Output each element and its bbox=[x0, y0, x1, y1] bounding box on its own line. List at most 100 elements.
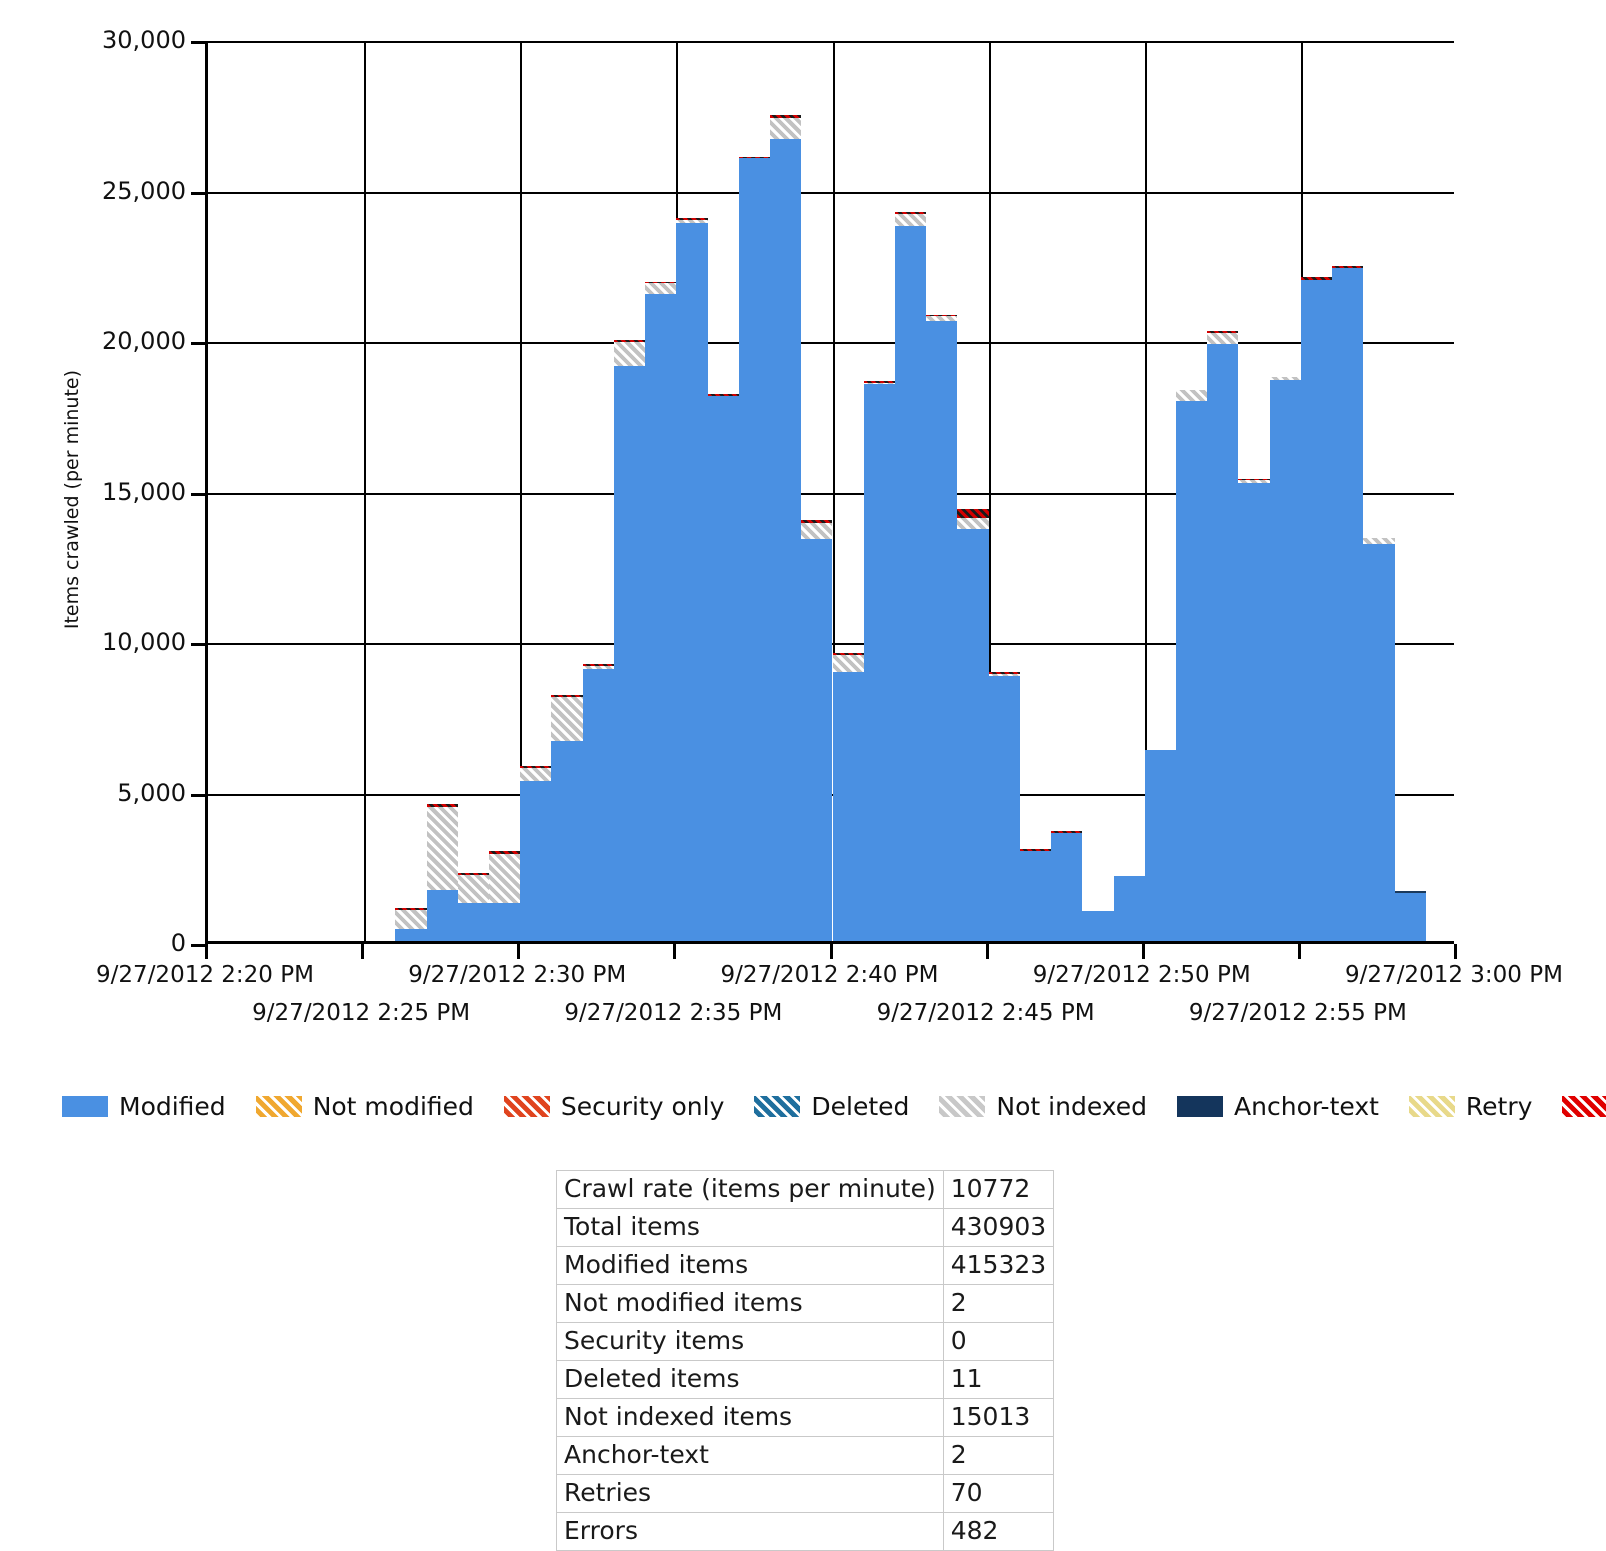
bar-segment-modified bbox=[676, 223, 708, 941]
summary-row-label: Security items bbox=[556, 1322, 944, 1361]
bar bbox=[707, 394, 739, 941]
bar-segment-not-indexed bbox=[1363, 537, 1395, 544]
bar bbox=[457, 872, 490, 941]
y-axis-tick-label: 25,000 bbox=[102, 176, 186, 205]
summary-row-label: Retries bbox=[556, 1474, 944, 1513]
x-axis-tick-label: 9/27/2012 2:35 PM bbox=[564, 1000, 783, 1026]
bar-segment-not-indexed bbox=[676, 220, 708, 224]
legend-item-not-indexed[interactable]: Not indexed bbox=[939, 1093, 1147, 1120]
bar bbox=[551, 695, 583, 941]
bar-segment-error bbox=[676, 217, 708, 221]
legend-item-retry[interactable]: Retry bbox=[1408, 1093, 1532, 1120]
plot-area bbox=[205, 41, 1454, 944]
bar-segment-not-indexed bbox=[613, 342, 646, 367]
bar bbox=[1113, 876, 1145, 941]
bar-segment-not-indexed bbox=[770, 117, 802, 139]
bar bbox=[770, 115, 802, 941]
bar-segment-anchor-text bbox=[1394, 891, 1426, 893]
bar-segment-not-indexed bbox=[926, 316, 958, 321]
bar-segment-modified bbox=[1051, 832, 1083, 941]
bar-segment-error bbox=[926, 314, 958, 317]
bar-segment-modified bbox=[395, 928, 427, 941]
summary-row-label: Deleted items bbox=[556, 1360, 944, 1399]
summary-row-value: 2 bbox=[942, 1284, 1055, 1323]
table-row: Total items 430903 bbox=[556, 1208, 1055, 1247]
x-axis-tick-mark bbox=[829, 944, 833, 959]
bar-segment-error bbox=[707, 394, 739, 397]
legend-swatch-icon bbox=[255, 1095, 302, 1117]
bar bbox=[582, 663, 614, 941]
summary-row-label: Crawl rate (items per minute) bbox=[556, 1170, 944, 1209]
bar bbox=[832, 653, 864, 941]
bar-segment-error bbox=[1300, 277, 1333, 281]
legend-item-label: Modified bbox=[119, 1091, 226, 1121]
bar-segment-not-indexed bbox=[582, 665, 614, 669]
legend-item-label: Security only bbox=[560, 1091, 725, 1121]
x-axis-tick-mark bbox=[517, 944, 521, 959]
bar bbox=[395, 907, 427, 941]
x-axis-tick-label: 9/27/2012 2:20 PM bbox=[96, 962, 314, 988]
legend-item-label: Deleted bbox=[811, 1091, 910, 1121]
legend-item-modified[interactable]: Modified bbox=[62, 1093, 226, 1120]
summary-row-label: Not indexed items bbox=[556, 1398, 944, 1437]
bar-segment-error bbox=[426, 804, 458, 808]
summary-row-label: Total items bbox=[556, 1208, 944, 1247]
x-axis-tick-label: 9/27/2012 3:00 PM bbox=[1345, 962, 1563, 988]
bar bbox=[988, 671, 1020, 941]
bar-segment-error bbox=[863, 380, 895, 383]
summary-row-label: Modified items bbox=[556, 1246, 944, 1285]
horizontal-gridline bbox=[208, 41, 1454, 43]
y-axis-tick-mark bbox=[191, 342, 205, 345]
bar-segment-modified bbox=[645, 293, 677, 941]
legend-item-not-modified[interactable]: Not modified bbox=[255, 1091, 474, 1121]
bar-segment-not-indexed bbox=[863, 382, 895, 385]
legend-item-label: Not modified bbox=[312, 1091, 474, 1121]
bar-segment-not-indexed bbox=[551, 697, 583, 741]
bar-segment-not-indexed bbox=[395, 910, 427, 929]
bar-segment-modified bbox=[1019, 850, 1052, 941]
vertical-gridline bbox=[364, 41, 367, 941]
bar-segment-modified bbox=[1363, 543, 1395, 941]
x-axis-tick-mark bbox=[1141, 944, 1145, 959]
summary-row-value: 482 bbox=[942, 1512, 1055, 1551]
bar-segment-modified bbox=[801, 539, 833, 941]
bar bbox=[1082, 910, 1114, 941]
bar-segment-modified bbox=[926, 320, 958, 941]
plot-inner bbox=[208, 41, 1454, 941]
legend-item-error[interactable]: Error bbox=[1562, 1093, 1606, 1120]
bar-segment-modified bbox=[1332, 268, 1364, 941]
legend-swatch-icon bbox=[1177, 1095, 1224, 1117]
summary-row-label: Errors bbox=[556, 1512, 944, 1551]
y-axis-tick-mark bbox=[191, 191, 205, 195]
bar bbox=[957, 509, 989, 941]
y-axis-tick-label: 20,000 bbox=[102, 327, 186, 355]
bar-segment-error bbox=[457, 872, 490, 875]
bar-segment-error bbox=[738, 156, 771, 159]
x-axis-tick-label: 9/27/2012 2:25 PM bbox=[252, 1000, 471, 1026]
bar-segment-error bbox=[988, 671, 1020, 674]
bar-segment-modified bbox=[1394, 892, 1426, 941]
y-axis-tick-label: 30,000 bbox=[102, 26, 186, 54]
bar-segment-error bbox=[645, 281, 677, 284]
legend-item-anchor-text[interactable]: Anchor-text bbox=[1177, 1093, 1379, 1120]
bar bbox=[1144, 749, 1176, 941]
legend-item-deleted[interactable]: Deleted bbox=[754, 1093, 909, 1120]
bar bbox=[738, 156, 771, 941]
bar-segment-error bbox=[520, 766, 552, 768]
legend-item-security-only[interactable]: Security only bbox=[503, 1091, 725, 1121]
bar-segment-modified bbox=[426, 889, 458, 941]
bar-segment-error bbox=[1019, 848, 1052, 851]
bar-segment-not-indexed bbox=[1175, 390, 1208, 401]
y-axis-tick-label: 15,000 bbox=[102, 477, 186, 506]
horizontal-gridline bbox=[208, 342, 1454, 344]
bar bbox=[1300, 277, 1333, 941]
table-row: Not modified items 2 bbox=[556, 1284, 1055, 1323]
table-row: Deleted items 11 bbox=[556, 1360, 1055, 1399]
summary-row-value: 0 bbox=[942, 1322, 1055, 1361]
bar-segment-modified bbox=[894, 226, 927, 941]
bar-segment-error bbox=[770, 115, 802, 118]
table-row: Anchor-text 2 bbox=[556, 1436, 1055, 1475]
bar-segment-modified bbox=[707, 396, 739, 941]
bar-segment-modified bbox=[988, 676, 1020, 941]
bar bbox=[1019, 848, 1052, 941]
